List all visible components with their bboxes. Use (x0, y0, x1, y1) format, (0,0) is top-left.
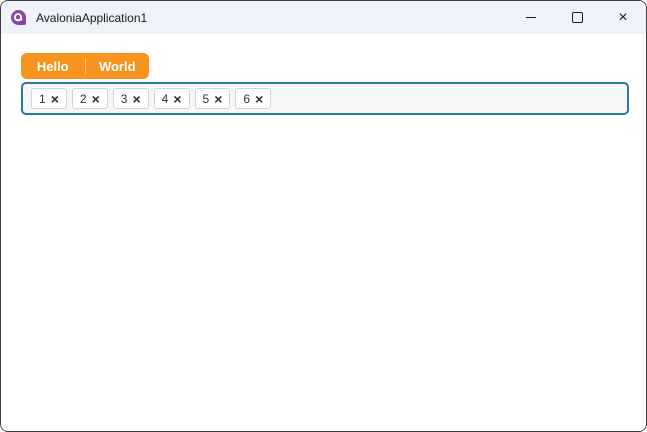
chip-label: 1 (39, 91, 46, 106)
window-title: AvaloniaApplication1 (36, 10, 148, 25)
close-icon: × (618, 8, 628, 26)
chip-label: 6 (243, 91, 251, 106)
chip-item-1: 1 × (31, 88, 67, 109)
window-content: Hello World 1 × 2 × 3 × 4 × 5 × 6 × (1, 34, 646, 431)
chip-label: 2 (79, 91, 87, 106)
chip-input-box[interactable]: 1 × 2 × 3 × 4 × 5 × 6 × (21, 82, 629, 115)
avalonia-logo-icon (11, 10, 26, 25)
chip-item-5: 5 × (194, 88, 231, 109)
maximize-icon (571, 12, 583, 23)
chip-label: 5 (202, 91, 210, 106)
app-window: AvaloniaApplication1 × Hello World 1 × 2… (0, 0, 647, 432)
maximize-button[interactable] (554, 1, 600, 34)
tab-world[interactable]: World (86, 53, 150, 79)
close-button[interactable]: × (600, 1, 646, 34)
chip-item-3: 3 × (112, 88, 149, 109)
minimize-icon (526, 17, 536, 18)
chip-remove-button[interactable]: × (214, 92, 222, 106)
chip-label: 4 (161, 91, 169, 106)
chip-item-4: 4 × (153, 88, 190, 109)
chip-remove-button[interactable]: × (132, 92, 140, 106)
tab-hello[interactable]: Hello (21, 53, 85, 79)
chip-item-6: 6 × (235, 88, 272, 109)
chip-label: 3 (120, 91, 128, 106)
chip-remove-button[interactable]: × (255, 92, 263, 106)
chip-item-2: 2 × (71, 88, 108, 109)
chip-remove-button[interactable]: × (173, 92, 181, 106)
tab-strip: Hello World (21, 53, 149, 79)
title-bar[interactable]: AvaloniaApplication1 × (1, 1, 646, 34)
chip-remove-button[interactable]: × (92, 92, 100, 106)
minimize-button[interactable] (508, 1, 554, 34)
chip-remove-button[interactable]: × (51, 92, 59, 106)
